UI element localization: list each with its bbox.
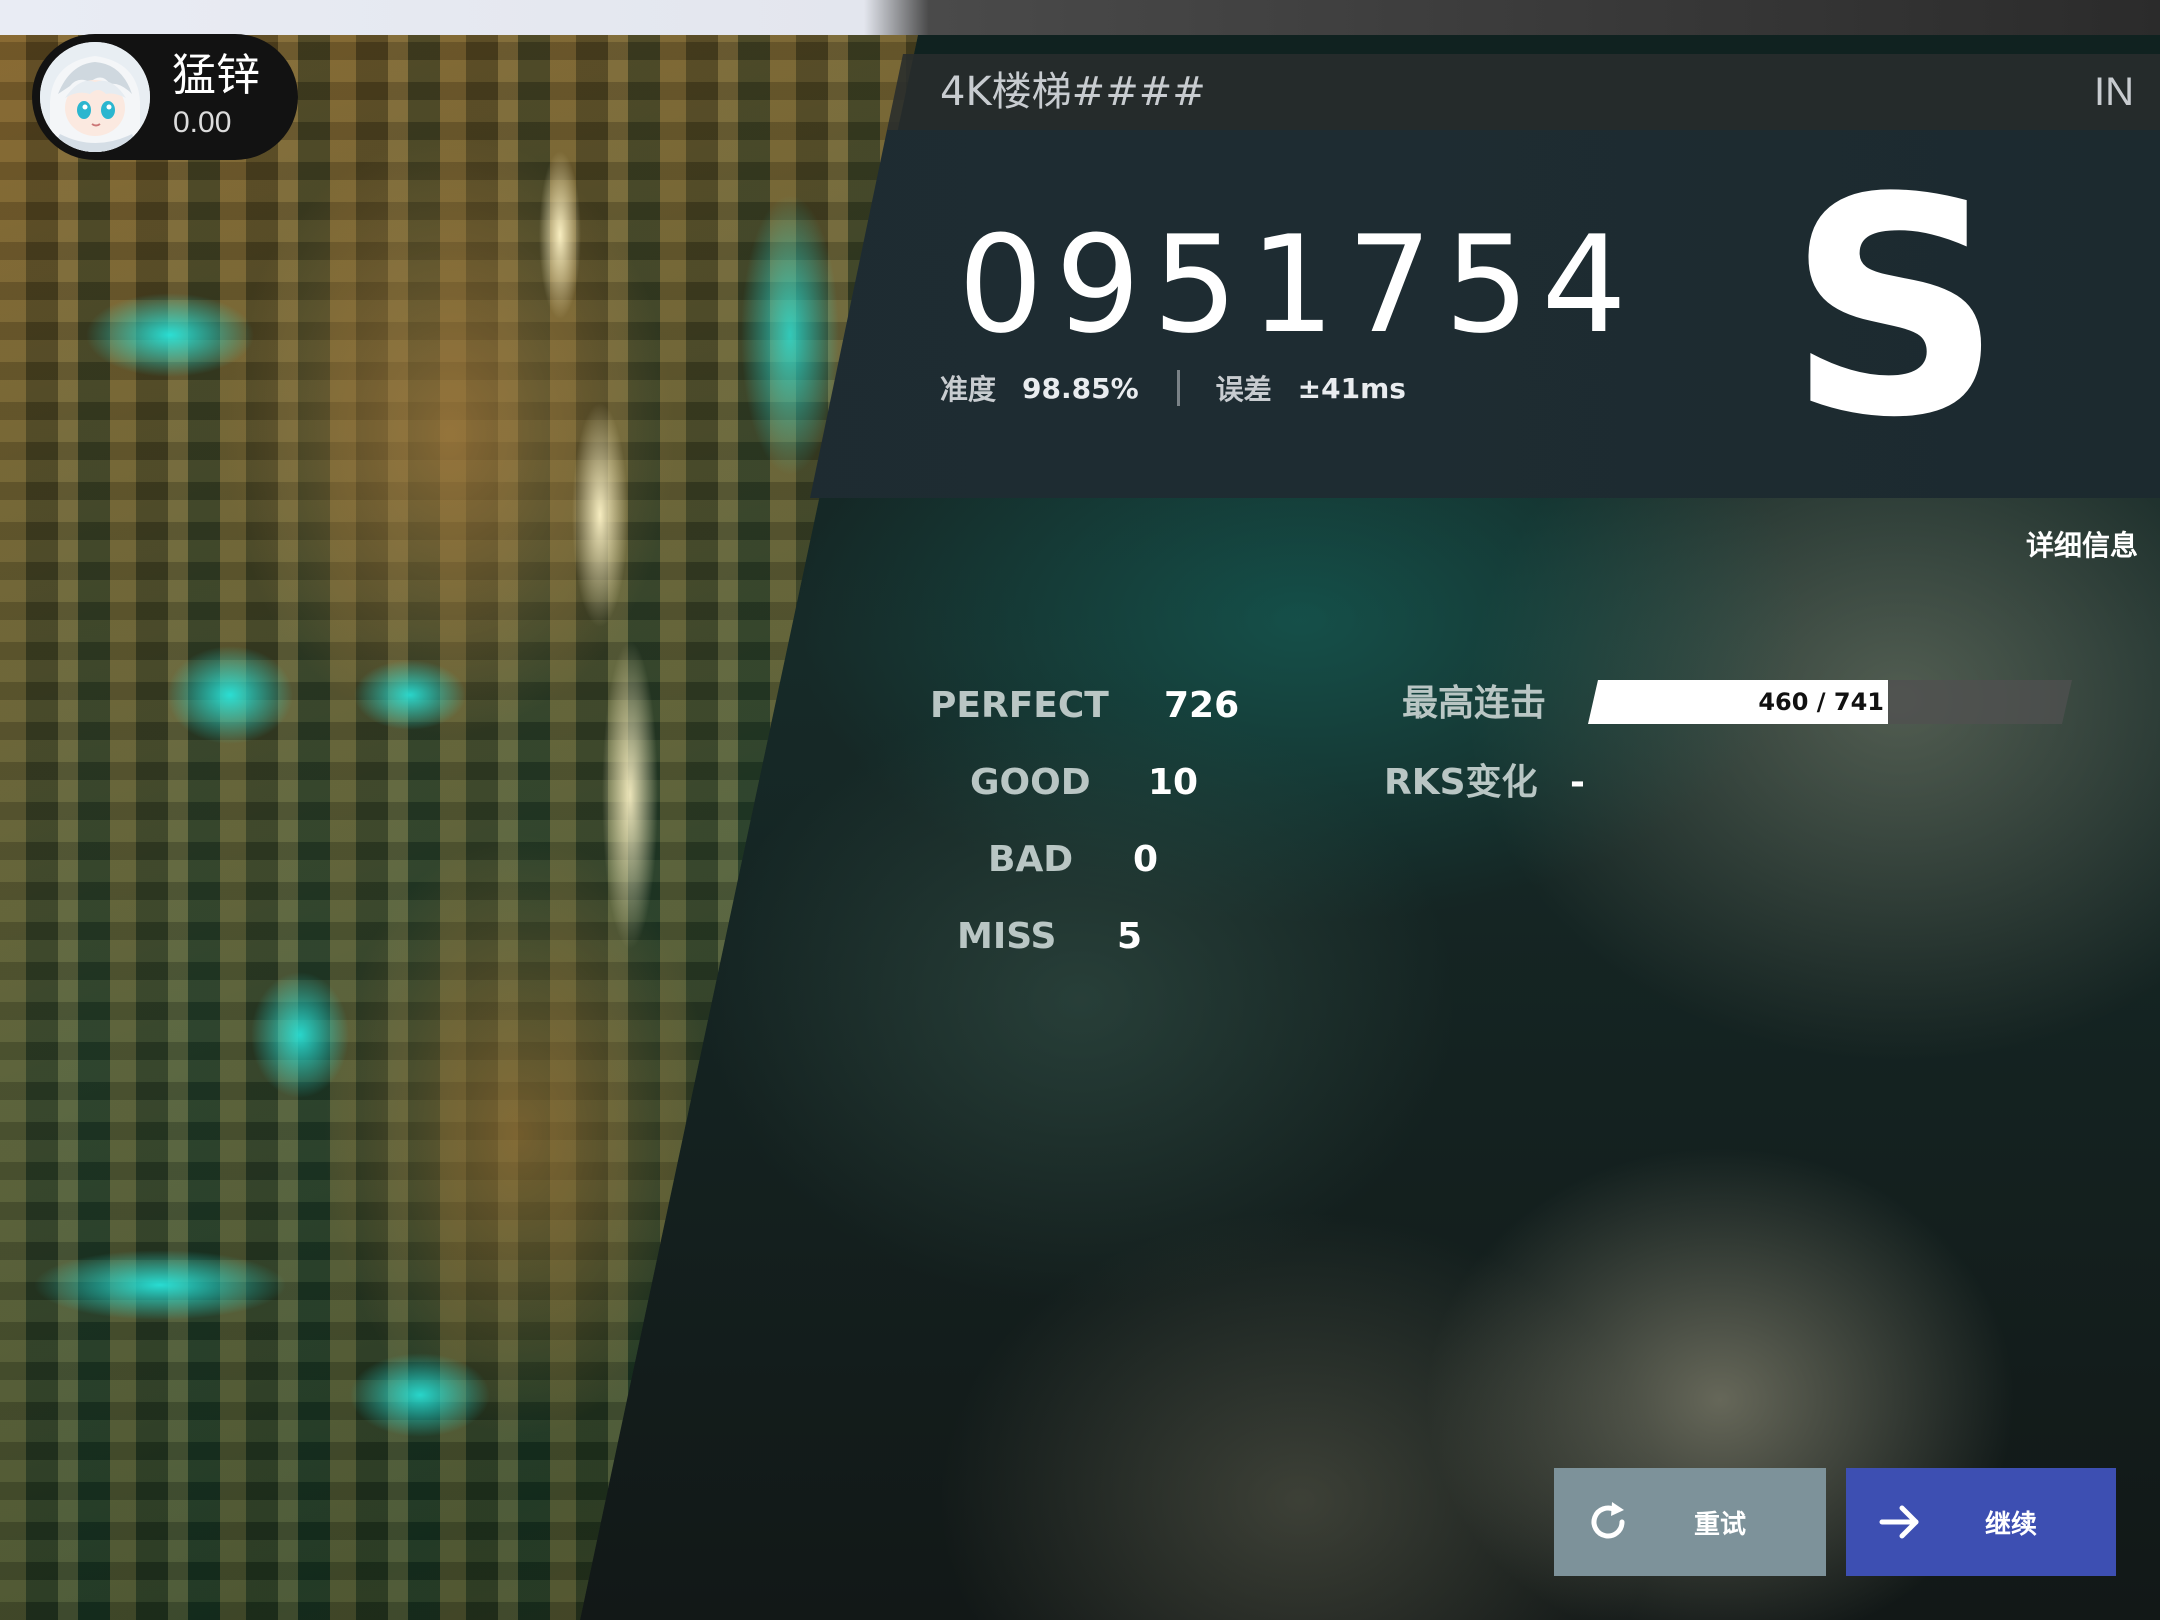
good-value: 10: [1148, 762, 1199, 803]
max-combo-text: 460 / 741: [1758, 688, 1884, 716]
rks-change-value: -: [1570, 762, 1585, 803]
player-name: 猛锌: [172, 50, 260, 101]
retry-label: 重试: [1693, 1509, 1746, 1540]
miss-value: 5: [1117, 916, 1143, 957]
rks-change-label: RKS变化: [1384, 762, 1538, 803]
song-title: 4K楼梯####: [940, 69, 1206, 115]
top-strip: [0, 0, 2160, 35]
retry-button[interactable]: 重试: [1554, 1468, 1826, 1576]
avatar: [40, 42, 150, 152]
player-rks: 0.00: [173, 106, 232, 139]
perfect-label: PERFECT: [930, 685, 1109, 726]
bad-value: 0: [1133, 839, 1159, 880]
player-card[interactable]: 猛锌 0.00: [32, 34, 298, 160]
error-label: 误差: [1215, 373, 1272, 406]
miss-label: MISS: [957, 916, 1057, 957]
difficulty-label: IN: [2094, 70, 2134, 114]
accuracy-label: 准度: [940, 373, 997, 406]
details-link[interactable]: 详细信息: [2026, 524, 2138, 564]
perfect-value: 726: [1164, 685, 1240, 726]
avatar-image: [40, 42, 150, 152]
error-value: ±41ms: [1297, 371, 1406, 405]
score-value: 0951754: [958, 207, 1639, 363]
grade-letter: S: [1787, 180, 2003, 480]
bad-label: BAD: [988, 839, 1074, 880]
good-label: GOOD: [970, 762, 1091, 803]
max-combo-label: 最高连击: [1402, 683, 1547, 724]
accuracy-error-row: 准度 98.85% 误差 ±41ms: [940, 370, 1406, 406]
accuracy-value: 98.85%: [1022, 371, 1139, 405]
grade-badge: S: [1787, 180, 2003, 480]
continue-label: 继续: [1984, 1509, 2037, 1540]
divider: [1176, 370, 1180, 406]
continue-button[interactable]: 继续: [1846, 1468, 2116, 1576]
max-combo-bar: 460 / 741: [1588, 680, 2072, 724]
